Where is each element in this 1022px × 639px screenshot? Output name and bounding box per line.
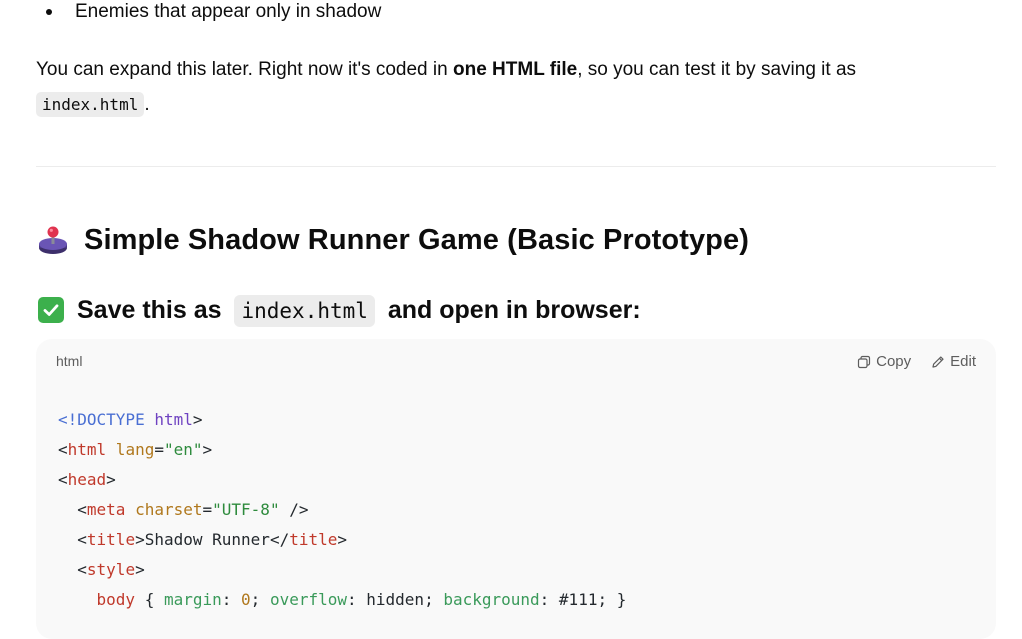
bullet-dot bbox=[46, 9, 52, 15]
code-line: <html lang="en"> bbox=[58, 435, 626, 465]
code-line: <!DOCTYPE html> bbox=[58, 405, 626, 435]
code-token: > bbox=[202, 440, 213, 459]
edit-icon bbox=[932, 355, 944, 368]
paragraph-bold-text: one HTML file bbox=[452, 59, 578, 80]
code-token: < bbox=[58, 470, 68, 489]
copy-icon bbox=[858, 355, 871, 368]
paragraph-text: You can expand this later. Right now it'… bbox=[36, 59, 453, 80]
code-line: <title>Shadow Runner</title> bbox=[58, 525, 626, 555]
code-token: /> bbox=[279, 500, 309, 519]
code-token: < bbox=[58, 440, 68, 459]
joystick-icon bbox=[39, 226, 67, 254]
code-token: > bbox=[135, 560, 145, 579]
inline-code: index.html bbox=[36, 92, 145, 117]
code-token: > bbox=[337, 530, 348, 549]
code-token: style bbox=[86, 560, 136, 579]
code-token: : bbox=[221, 590, 242, 609]
code-token: < bbox=[77, 560, 87, 579]
code-token: meta bbox=[86, 500, 126, 519]
code-token: = bbox=[202, 500, 213, 519]
code-token: charset bbox=[125, 500, 203, 519]
code-token: html bbox=[144, 410, 193, 429]
check-mark-icon bbox=[38, 297, 64, 323]
code-token: ; bbox=[250, 590, 270, 609]
code-token: <!DOCTYPE bbox=[58, 410, 145, 429]
code-content: <!DOCTYPE html> <html lang="en"> <head> <m… bbox=[58, 405, 626, 615]
code-token: lang bbox=[106, 440, 155, 459]
copy-label: Copy bbox=[876, 353, 912, 370]
edit-label: Edit bbox=[950, 353, 976, 370]
code-token: = bbox=[154, 440, 164, 459]
inline-code: index.html bbox=[234, 294, 375, 327]
code-token: title bbox=[289, 530, 338, 549]
list-item-text: Enemies that appear only in shadow bbox=[75, 1, 382, 22]
sub-heading: Save this as index.html and open in brow… bbox=[38, 288, 641, 332]
code-token: > bbox=[192, 410, 203, 429]
code-token: >Shadow Runner</ bbox=[135, 530, 290, 549]
code-token: margin bbox=[163, 590, 222, 609]
sub-heading-before: Save this as bbox=[77, 295, 229, 324]
code-token: title bbox=[86, 530, 136, 549]
code-token: : #111; } bbox=[539, 590, 627, 609]
section-heading: Simple Shadow Runner Game (Basic Prototy… bbox=[36, 218, 749, 262]
paragraph-text: . bbox=[144, 94, 150, 115]
code-actions: Copy Edit bbox=[857, 353, 976, 370]
code-token: 0 bbox=[241, 590, 251, 609]
code-token: body bbox=[96, 590, 136, 609]
code-line: <style> bbox=[58, 555, 626, 585]
code-token: : hidden; bbox=[347, 590, 444, 609]
code-token: background bbox=[443, 590, 540, 609]
code-token: < bbox=[77, 500, 87, 519]
code-token: "en" bbox=[163, 440, 203, 459]
section-title: Simple Shadow Runner Game (Basic Prototy… bbox=[84, 223, 749, 256]
code-token: overflow bbox=[269, 590, 347, 609]
sub-heading-after: and open in browser: bbox=[380, 295, 641, 324]
code-line: body { margin: 0; overflow: hidden; back… bbox=[58, 585, 627, 615]
code-token: "UTF-8" bbox=[212, 500, 280, 519]
code-block: html Copy Edit <!DOCTYPE html> <html lang… bbox=[36, 339, 996, 639]
code-token: head bbox=[67, 470, 107, 489]
copy-button[interactable]: Copy bbox=[857, 353, 911, 370]
code-language-label: html bbox=[56, 353, 83, 369]
code-token: html bbox=[67, 440, 107, 459]
paragraph-text: , so you can test it by saving it as bbox=[577, 59, 857, 80]
code-token: > bbox=[106, 470, 116, 489]
code-token: { bbox=[135, 590, 164, 609]
divider bbox=[36, 166, 996, 167]
code-line: <meta charset="UTF-8" /> bbox=[58, 495, 626, 525]
code-line: <head> bbox=[58, 465, 626, 495]
edit-button[interactable]: Edit bbox=[931, 353, 976, 370]
sub-heading-text: Save this as index.html and open in brow… bbox=[77, 294, 641, 327]
paragraph: You can expand this later. Right now it'… bbox=[36, 52, 996, 122]
code-token: < bbox=[77, 530, 87, 549]
